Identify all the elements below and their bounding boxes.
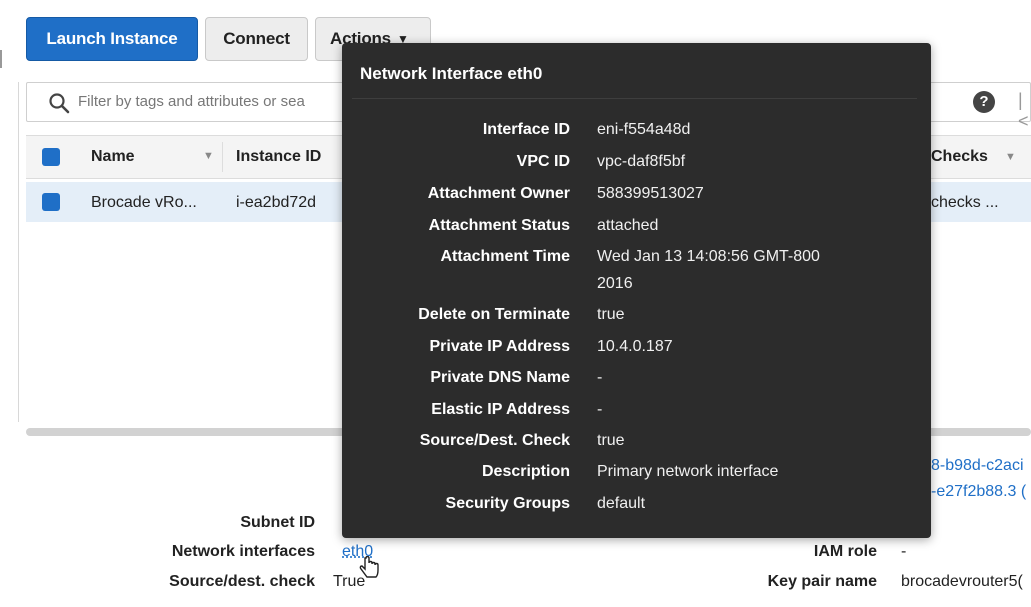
detail-partial-link-1[interactable]: 8-b98d-c2aci <box>931 457 1024 475</box>
popover-label-interface-id: Interface ID <box>482 121 570 138</box>
popover-title: Network Interface eth0 <box>360 64 543 83</box>
iam-role-value: - <box>901 543 907 560</box>
search-icon <box>49 93 70 114</box>
popover-value-description: Primary network interface <box>597 463 779 480</box>
popover-value-attachment-time: Wed Jan 13 14:08:56 GMT-800 2016 <box>597 248 820 292</box>
hand-cursor-icon <box>359 556 379 578</box>
popover-value-source-dest-check: true <box>597 432 625 449</box>
first-page-icon[interactable]: |< <box>1018 90 1031 132</box>
popover-label-attachment-time: Attachment Time <box>440 248 570 265</box>
select-all-checkbox[interactable] <box>42 148 60 166</box>
column-instance-id-header[interactable]: Instance ID <box>236 148 321 166</box>
popover-label-private-ip: Private IP Address <box>429 338 570 355</box>
row-instance-id: i-ea2bd72d <box>236 194 317 211</box>
column-checks-header[interactable]: Checks <box>931 148 988 166</box>
popover-value-vpc-id: vpc-daf8f5bf <box>597 153 686 170</box>
launch-instance-button[interactable]: Launch Instance <box>26 17 198 61</box>
source-dest-check-label: Source/dest. check <box>169 573 315 590</box>
popover-label-description: Description <box>481 463 570 480</box>
search-placeholder: Filter by tags and attributes or sea <box>78 93 305 110</box>
popover-label-source-dest-check: Source/Dest. Check <box>419 432 570 449</box>
popover-label-security-groups: Security Groups <box>445 495 570 512</box>
subnet-id-label: Subnet ID <box>240 514 315 531</box>
popover-value-elastic-ip: - <box>597 401 603 418</box>
popover-value-private-dns: - <box>597 369 603 386</box>
iam-role-label: IAM role <box>813 543 877 560</box>
popover-value-attachment-owner: 588399513027 <box>597 185 704 202</box>
popover-value-security-groups: default <box>597 495 646 512</box>
row-name: Brocade vRo... <box>91 194 197 211</box>
column-name-header[interactable]: Name <box>91 148 135 166</box>
key-pair-name-label: Key pair name <box>767 573 877 590</box>
popover-label-elastic-ip: Elastic IP Address <box>431 401 570 418</box>
checks-sort-chevron-icon[interactable]: ▼ <box>1005 151 1016 163</box>
popover-value-private-ip: 10.4.0.187 <box>597 338 673 355</box>
key-pair-name-value: brocadevrouter5( <box>901 573 1023 590</box>
popover-label-private-dns: Private DNS Name <box>430 369 570 386</box>
sort-chevron-icon[interactable]: ▼ <box>203 150 214 162</box>
popover-label-attachment-status: Attachment Status <box>428 217 570 234</box>
popover-value-interface-id: eni-f554a48d <box>597 121 691 138</box>
popover-divider <box>352 98 917 99</box>
popover-label-attachment-owner: Attachment Owner <box>427 185 570 202</box>
connect-button[interactable]: Connect <box>205 17 308 61</box>
help-icon[interactable]: ? <box>973 91 995 113</box>
left-edge-marker <box>0 50 2 68</box>
popover-value-attachment-status: attached <box>597 217 659 234</box>
row-checkbox[interactable] <box>42 193 60 211</box>
popover-label-delete-on-terminate: Delete on Terminate <box>418 306 570 323</box>
popover-value-delete-on-terminate: true <box>597 306 625 323</box>
row-checks: checks ... <box>931 194 999 211</box>
network-interfaces-label: Network interfaces <box>171 543 315 560</box>
popover-label-vpc-id: VPC ID <box>516 153 570 170</box>
column-divider <box>222 142 223 172</box>
detail-partial-link-2[interactable]: -e27f2b88.3 ( <box>931 483 1026 501</box>
